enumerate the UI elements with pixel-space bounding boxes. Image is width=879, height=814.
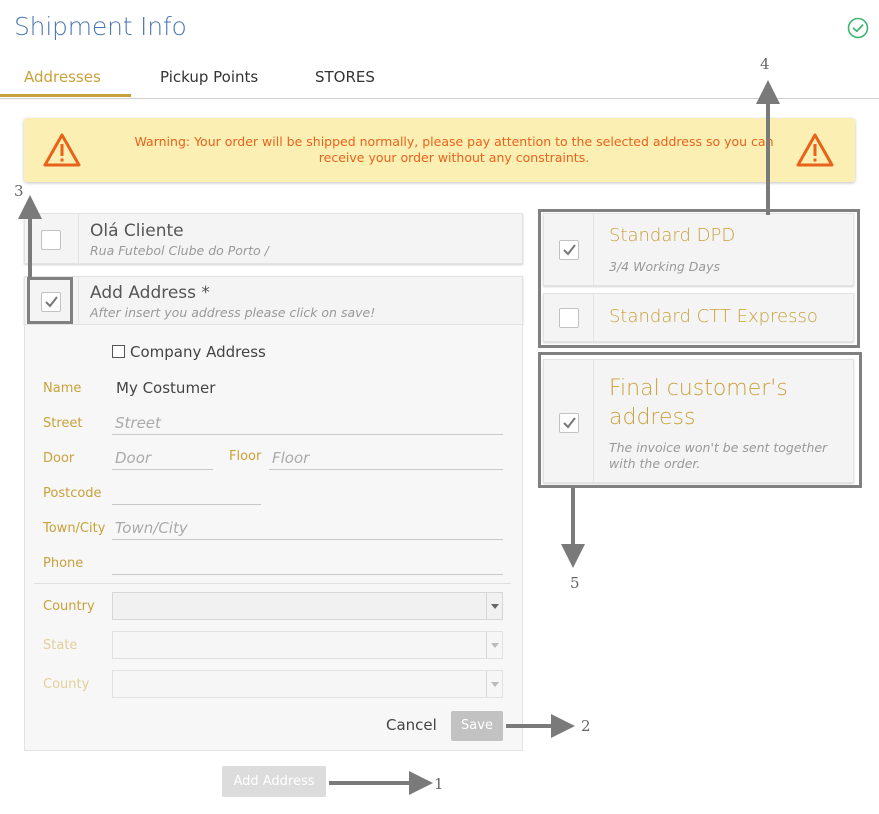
annotation-label-2: 2	[581, 717, 591, 735]
annotation-label-3: 3	[14, 182, 24, 200]
annotation-label-4: 4	[760, 55, 770, 73]
annotation-label-5: 5	[570, 574, 580, 592]
annotation-arrows	[18, 80, 780, 795]
annotation-label-1: 1	[434, 775, 444, 793]
